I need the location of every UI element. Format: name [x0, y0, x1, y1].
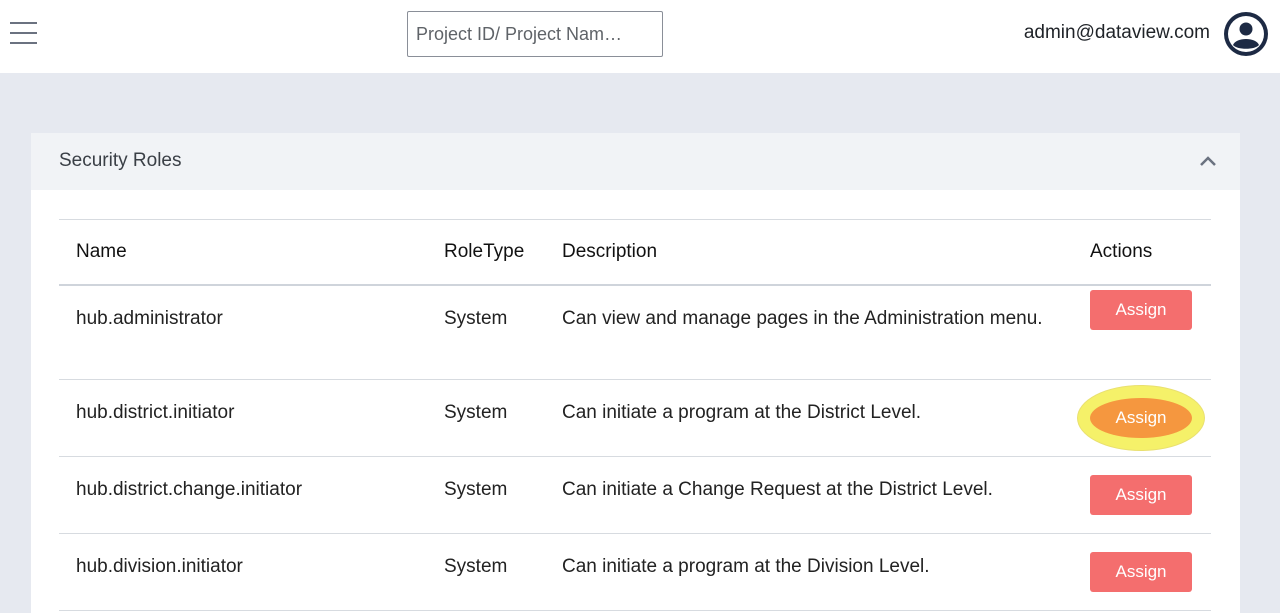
assign-button[interactable]: Assign: [1090, 474, 1192, 515]
role-type: System: [427, 379, 545, 457]
role-type: System: [427, 456, 545, 534]
assign-button[interactable]: Assign: [1090, 551, 1192, 592]
menu-icon[interactable]: [10, 22, 37, 44]
security-roles-panel: Security Roles Name RoleType Description…: [31, 133, 1240, 613]
top-bar: admin@dataview.com: [0, 0, 1280, 73]
column-header-actions: Actions: [1073, 219, 1211, 286]
role-type: System: [427, 285, 545, 380]
project-search-input[interactable]: [407, 11, 663, 57]
assign-button-highlighted[interactable]: Assign: [1090, 397, 1192, 438]
role-name: hub.district.change.initiator: [59, 456, 427, 534]
column-header-description: Description: [545, 219, 1073, 286]
actions-cell: Assign: [1073, 533, 1211, 611]
role-name: hub.district.initiator: [59, 379, 427, 457]
role-description: Can initiate a program at the District L…: [545, 379, 1073, 457]
user-email: admin@dataview.com: [1023, 22, 1210, 43]
table-header-row: Name RoleType Description Actions: [59, 219, 1211, 286]
role-description: Can initiate a program at the Division L…: [545, 533, 1073, 611]
role-name: hub.administrator: [59, 285, 427, 380]
user-avatar-icon[interactable]: [1224, 12, 1268, 56]
role-description: Can view and manage pages in the Adminis…: [545, 285, 1073, 380]
table-row: hub.district.change.initiator System Can…: [59, 456, 1211, 534]
chevron-up-icon[interactable]: [1198, 151, 1218, 171]
role-description: Can initiate a Change Request at the Dis…: [545, 456, 1073, 534]
panel-title: Security Roles: [59, 150, 182, 171]
table-row: hub.district.initiator System Can initia…: [59, 379, 1211, 457]
column-header-roletype: RoleType: [427, 219, 545, 286]
table-row: hub.division.initiator System Can initia…: [59, 533, 1211, 611]
panel-header[interactable]: Security Roles: [31, 133, 1240, 190]
actions-cell: Assign: [1073, 379, 1211, 457]
role-type: System: [427, 533, 545, 611]
roles-table: Name RoleType Description Actions hub.ad…: [59, 219, 1211, 611]
table-row: hub.administrator System Can view and ma…: [59, 285, 1211, 380]
actions-cell: Assign: [1073, 285, 1211, 380]
actions-cell: Assign: [1073, 456, 1211, 534]
column-header-name: Name: [59, 219, 427, 286]
role-name: hub.division.initiator: [59, 533, 427, 611]
assign-button[interactable]: Assign: [1090, 290, 1192, 330]
